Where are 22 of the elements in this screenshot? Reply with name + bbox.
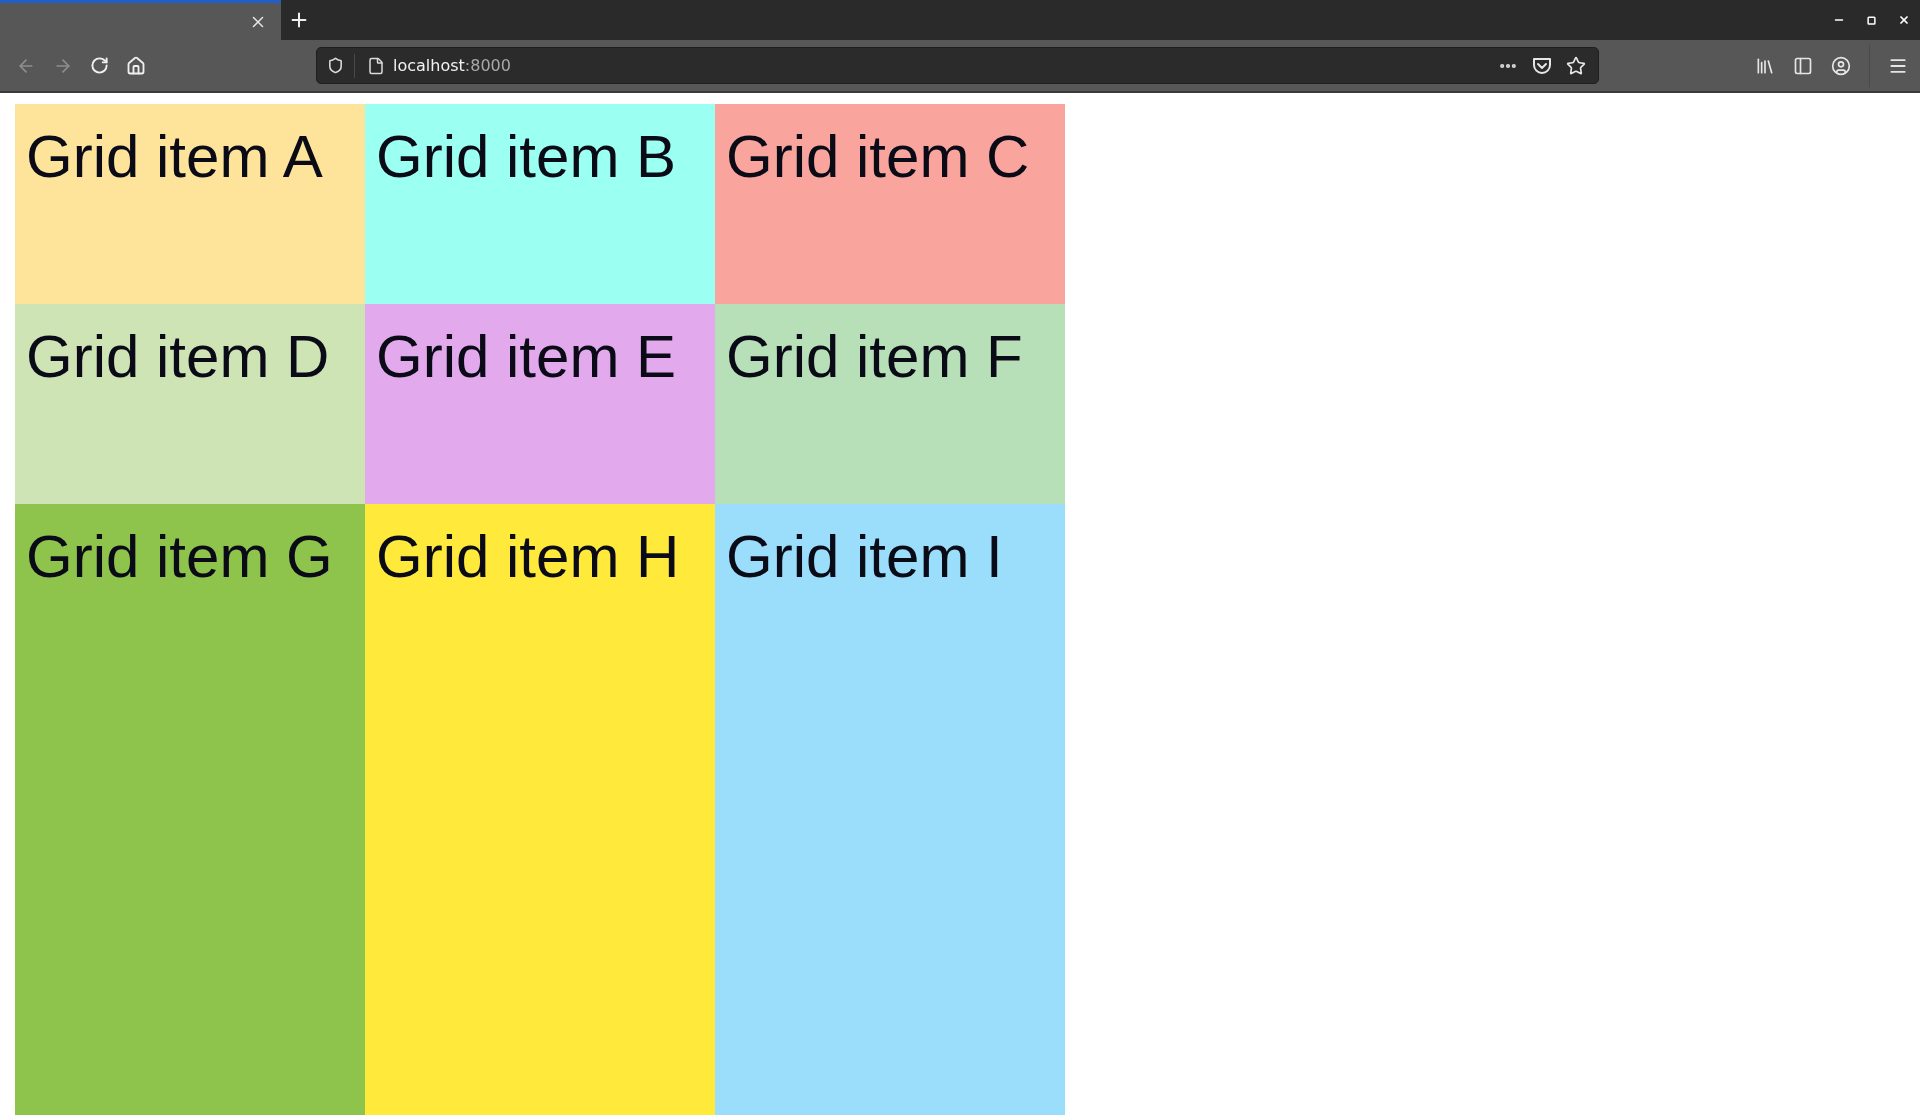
url-port: :8000 xyxy=(464,56,511,75)
home-icon[interactable] xyxy=(126,55,146,76)
maximize-icon[interactable] xyxy=(1867,15,1876,25)
page-icon xyxy=(367,56,385,75)
address-field[interactable]: localhost:8000 xyxy=(316,47,1599,84)
account-icon[interactable] xyxy=(1831,55,1851,76)
close-icon[interactable] xyxy=(1898,14,1910,26)
url-host: localhost xyxy=(393,56,465,75)
grid-item: Grid item D xyxy=(15,304,365,504)
grid-item: Grid item C xyxy=(715,104,1065,304)
reload-icon[interactable] xyxy=(90,56,109,75)
pocket-icon[interactable] xyxy=(1532,55,1552,76)
grid-item: Grid item I xyxy=(715,504,1065,1115)
grid-item: Grid item F xyxy=(715,304,1065,504)
grid-item: Grid item E xyxy=(365,304,715,504)
sidebar-icon[interactable] xyxy=(1793,55,1813,76)
grid-item: Grid item G xyxy=(15,504,365,1115)
grid-item: Grid item B xyxy=(365,104,715,304)
shield-icon[interactable] xyxy=(327,57,344,74)
grid-item: Grid item A xyxy=(15,104,365,304)
star-icon[interactable] xyxy=(1566,55,1586,76)
grid-item: Grid item H xyxy=(365,504,715,1115)
